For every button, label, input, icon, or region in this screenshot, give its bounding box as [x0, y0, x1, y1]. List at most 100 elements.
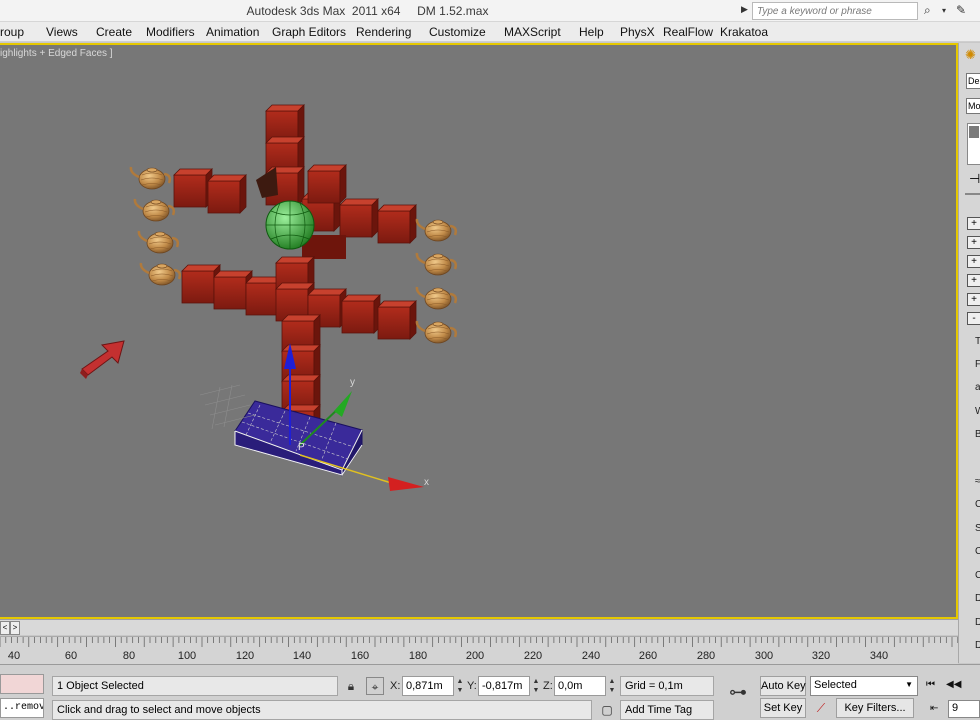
- add-time-tag[interactable]: Add Time Tag: [620, 700, 714, 720]
- panel-param-13: D: [975, 640, 980, 651]
- y-coordinate-field[interactable]: [478, 676, 530, 696]
- menu-maxscript[interactable]: MAXScript: [504, 25, 561, 39]
- auto-key-button[interactable]: Auto Key: [760, 676, 806, 696]
- menu-graph-editors[interactable]: Graph Editors: [272, 25, 346, 39]
- rollout-toggle-1[interactable]: +: [967, 217, 980, 230]
- green-sphere[interactable]: [265, 200, 315, 250]
- pivot-label: P: [298, 442, 305, 453]
- rollout-toggle-3[interactable]: +: [967, 255, 980, 268]
- previous-frame-icon[interactable]: ◀◀: [946, 679, 961, 690]
- tick-label: 140: [292, 650, 312, 662]
- go-to-start-icon[interactable]: ⏮: [926, 679, 935, 690]
- panel-param-4: W: [975, 406, 980, 417]
- perspective-viewport[interactable]: ighlights + Edged Faces ] y x P: [0, 43, 958, 619]
- chevron-down-icon: ▼: [905, 680, 913, 689]
- modifier-stack[interactable]: [967, 123, 980, 165]
- ruler-ticks: [0, 637, 958, 647]
- time-slider-next[interactable]: >: [10, 621, 20, 635]
- set-key-icon[interactable]: ⊶: [724, 683, 752, 701]
- y-axis-label: y: [350, 377, 355, 388]
- communication-icon[interactable]: ✎: [956, 3, 966, 17]
- key-filters-button[interactable]: Key Filters...: [836, 698, 914, 718]
- maxscript-input[interactable]: ..remov: [0, 698, 44, 718]
- sun-icon[interactable]: ✺: [965, 47, 976, 63]
- x-axis-label: x: [424, 477, 429, 488]
- arrow-object[interactable]: [80, 340, 125, 379]
- x-coordinate-field[interactable]: [402, 676, 454, 696]
- x-spinner[interactable]: ▲ ▼: [456, 677, 464, 695]
- menu-views[interactable]: Views: [46, 25, 78, 39]
- menu-create[interactable]: Create: [96, 25, 132, 39]
- key-mode-value: Selected: [814, 679, 857, 691]
- panel-param-9: C: [975, 546, 980, 557]
- menu-animation[interactable]: Animation: [206, 25, 259, 39]
- tick-label: 160: [350, 650, 370, 662]
- tick-label: 240: [581, 650, 601, 662]
- rollout-toggle-2[interactable]: +: [967, 236, 980, 249]
- key-mode-toggle-icon[interactable]: ⇤: [930, 703, 938, 714]
- command-panel-dropdown-2[interactable]: Mo: [966, 98, 980, 114]
- z-spinner[interactable]: ▲ ▼: [608, 677, 616, 695]
- absolute-mode-icon[interactable]: ⌖: [366, 677, 384, 695]
- time-slider-prev[interactable]: <: [0, 621, 10, 635]
- menu-physx[interactable]: PhysX: [620, 25, 655, 39]
- binoculars-icon[interactable]: ⌕: [924, 3, 931, 18]
- rollout-toggle-6[interactable]: -: [967, 312, 980, 325]
- panel-param-12: D: [975, 617, 980, 628]
- z-label: Z:: [543, 680, 553, 692]
- panel-param-7: C: [975, 499, 980, 510]
- maxscript-mini-listener[interactable]: [0, 674, 44, 694]
- tick-label: 100: [177, 650, 197, 662]
- panel-param-5: B: [975, 429, 980, 440]
- menu-realflow[interactable]: RealFlow: [663, 25, 713, 39]
- selection-status: 1 Object Selected: [52, 676, 338, 696]
- scene-canvas[interactable]: y x P: [0, 45, 958, 619]
- key-tangent-icon[interactable]: ⟋: [812, 699, 830, 717]
- teapots-left[interactable]: [129, 165, 182, 287]
- time-slider[interactable]: < >: [0, 619, 958, 635]
- pin-icon[interactable]: ⊣: [969, 171, 980, 187]
- current-frame-field[interactable]: 9: [948, 700, 980, 718]
- expand-arrow-icon[interactable]: ▶: [741, 4, 748, 15]
- title-bar: Autodesk 3ds Max 2011 x64 DM 1.52.max ▶ …: [0, 0, 980, 22]
- menu-modifiers[interactable]: Modifiers: [146, 25, 195, 39]
- set-key-button[interactable]: Set Key: [760, 698, 806, 718]
- rollout-toggle-5[interactable]: +: [967, 293, 980, 306]
- grid-size: Grid = 0,1m: [620, 676, 714, 696]
- rollout-toggle-4[interactable]: +: [967, 274, 980, 287]
- tick-label: 120: [235, 650, 255, 662]
- panel-param-8: S: [975, 523, 980, 534]
- track-bar[interactable]: 40 60 80 100 120 140 160 180 200 220 240…: [0, 636, 958, 664]
- search-input[interactable]: [752, 2, 918, 20]
- y-spinner[interactable]: ▲ ▼: [532, 677, 540, 695]
- tick-label: 260: [638, 650, 658, 662]
- tick-label: 280: [696, 650, 716, 662]
- tick-label: 40: [7, 650, 21, 662]
- z-coordinate-field[interactable]: [554, 676, 606, 696]
- command-panel-dropdown-1[interactable]: De: [966, 73, 980, 89]
- menu-krakatoa[interactable]: Krakatoa: [720, 25, 768, 39]
- menu-group[interactable]: roup: [0, 25, 24, 39]
- tick-label: 300: [754, 650, 774, 662]
- box-arm-upper-left[interactable]: [173, 168, 247, 214]
- dropdown-icon[interactable]: ▾: [942, 6, 946, 15]
- x-label: X:: [390, 680, 401, 692]
- menu-rendering[interactable]: Rendering: [356, 25, 411, 39]
- menu-customize[interactable]: Customize: [429, 25, 486, 39]
- menu-bar: roup Views Create Modifiers Animation Gr…: [0, 22, 980, 42]
- window-title: Autodesk 3ds Max 2011 x64 DM 1.52.max: [246, 4, 489, 18]
- panel-param-1: T: [975, 336, 980, 347]
- tick-label: 340: [869, 650, 889, 662]
- teapots-right[interactable]: [415, 217, 458, 345]
- panel-param-10: C: [975, 570, 980, 581]
- panel-param-3: a: [975, 382, 980, 393]
- key-mode-select[interactable]: Selected ▼: [810, 676, 918, 696]
- menu-help[interactable]: Help: [579, 25, 604, 39]
- time-tag-icon[interactable]: ▢: [598, 701, 616, 719]
- panel-param-6: ≈: [975, 476, 980, 487]
- tick-label: 80: [122, 650, 136, 662]
- y-label: Y:: [467, 680, 477, 692]
- lock-icon[interactable]: 🔒︎: [342, 677, 360, 695]
- panel-param-2: F: [975, 359, 980, 370]
- box-center[interactable]: [307, 164, 347, 204]
